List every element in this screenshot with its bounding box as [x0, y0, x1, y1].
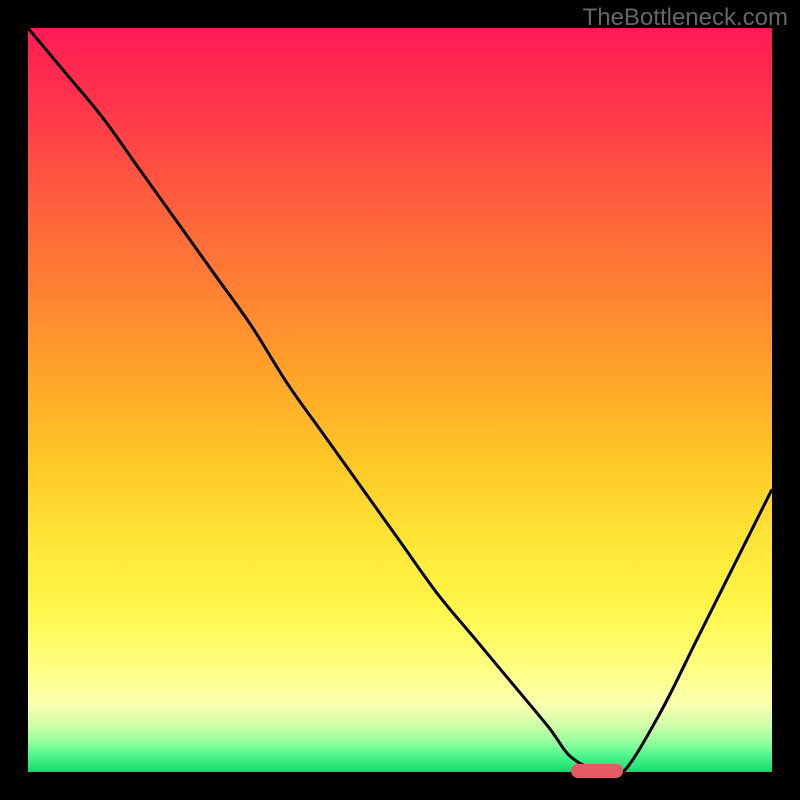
bottleneck-curve: [28, 28, 772, 772]
optimal-marker: [571, 764, 623, 778]
plot-area: [28, 28, 772, 772]
chart-canvas: TheBottleneck.com: [0, 0, 800, 800]
